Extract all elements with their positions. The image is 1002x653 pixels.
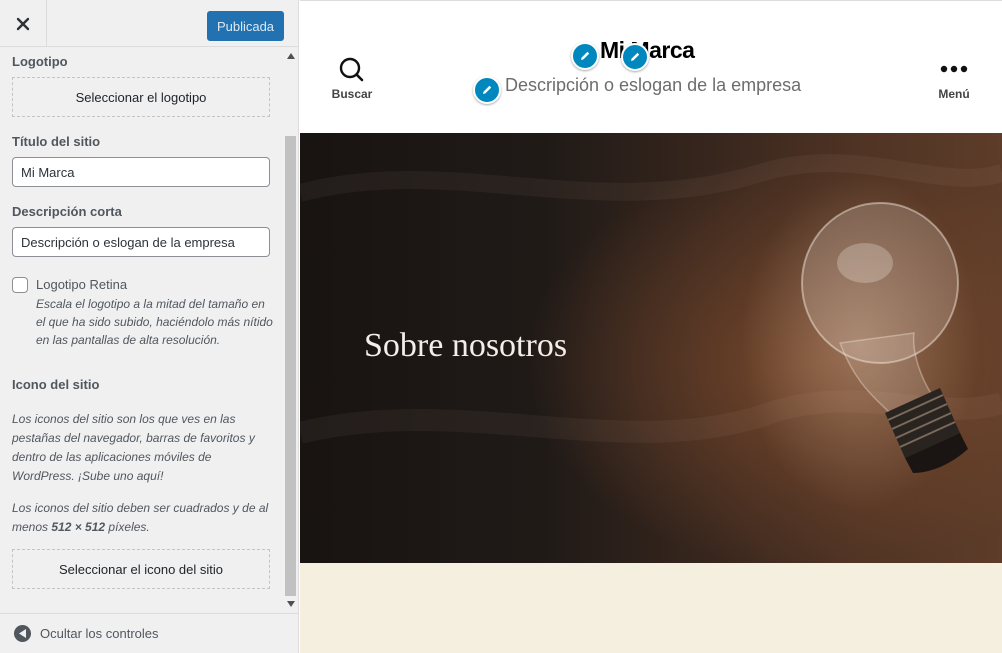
logo-heading: Logotipo [12, 54, 68, 69]
tagline-input[interactable] [12, 227, 270, 257]
scroll-down-arrow-icon[interactable] [287, 601, 295, 607]
site-header: Buscar Mi Marca Descripción o eslogan de… [300, 0, 1002, 133]
select-site-icon-button[interactable]: Seleccionar el icono del sitio [12, 549, 270, 589]
customizer-sidebar: Publicada Logotipo Seleccionar el logoti… [0, 0, 299, 653]
edit-shortcut-logo[interactable] [571, 42, 599, 70]
menu-toggle[interactable]: Menú [932, 57, 976, 101]
menu-label: Menú [938, 87, 970, 101]
select-logo-button[interactable]: Seleccionar el logotipo [12, 77, 270, 117]
tagline-heading: Descripción corta [12, 204, 122, 219]
hide-controls-button[interactable]: Ocultar los controles [0, 613, 298, 653]
scrollbar-thumb[interactable] [285, 136, 296, 596]
site-title-heading: Título del sitio [12, 134, 101, 149]
search-icon [339, 57, 364, 82]
retina-label: Logotipo Retina [36, 277, 128, 292]
close-icon [16, 17, 30, 30]
content-area [300, 563, 1002, 653]
cover-image: Sobre nosotros [300, 133, 1002, 563]
site-tagline: Descripción o eslogan de la empresa [505, 75, 802, 95]
pencil-icon [483, 85, 492, 94]
retina-checkbox[interactable] [12, 277, 28, 293]
hero-title: Sobre nosotros [364, 327, 568, 364]
close-button[interactable] [0, 0, 47, 47]
customizer-header: Publicada [0, 0, 298, 47]
publish-button[interactable]: Publicada [207, 11, 284, 41]
edit-shortcut-site-title[interactable] [621, 43, 649, 71]
hide-controls-label: Ocultar los controles [40, 626, 159, 641]
site-icon-description: Los iconos del sitio son los que ves en … [12, 412, 255, 483]
site-preview: Buscar Mi Marca Descripción o eslogan de… [300, 0, 1002, 653]
site-title-input[interactable] [12, 157, 270, 187]
site-identity-panel: Logotipo Seleccionar el logotipo Título … [0, 48, 284, 612]
edit-shortcut-tagline[interactable] [473, 76, 501, 104]
retina-description: Escala el logotipo a la mitad del tamaño… [36, 297, 273, 347]
search-label: Buscar [331, 87, 373, 101]
site-icon-heading: Icono del sitio [12, 377, 100, 392]
collapse-arrow-icon [14, 625, 31, 642]
search-toggle[interactable]: Buscar [330, 57, 374, 101]
menu-dots-icon [940, 65, 968, 73]
site-icon-size-note: Los iconos del sitio deben ser cuadrados… [12, 501, 269, 534]
panel-scrollbar[interactable] [284, 48, 298, 612]
scroll-up-arrow-icon[interactable] [287, 53, 295, 59]
pencil-icon [581, 51, 590, 60]
pencil-icon [631, 52, 640, 61]
